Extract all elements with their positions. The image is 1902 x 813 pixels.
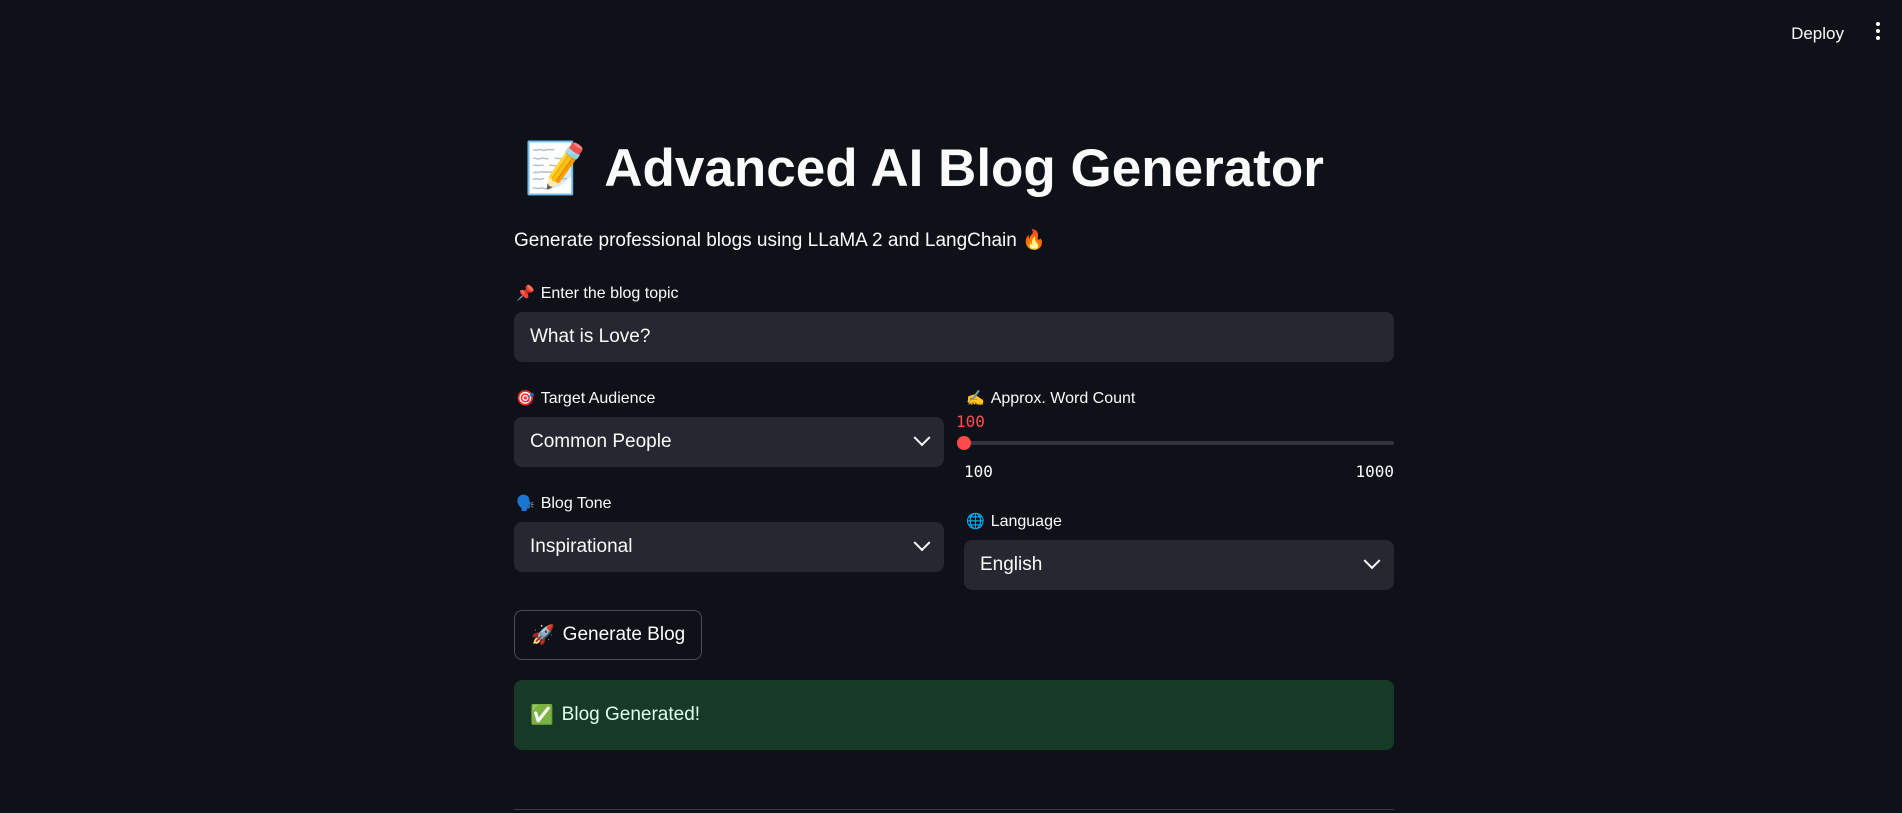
page-title: 📝 Advanced AI Blog Generator [524, 138, 1324, 199]
language-label-text: Language [990, 513, 1062, 530]
topic-input-value: What is Love? [530, 326, 651, 347]
pushpin-icon: 📌 [516, 285, 535, 302]
chevron-down-icon [913, 429, 931, 447]
word-count-max: 1000 [1355, 462, 1394, 481]
deploy-button[interactable]: Deploy [1785, 20, 1850, 48]
audience-selected-value: Common People [530, 431, 672, 452]
globe-icon: 🌐 [966, 513, 985, 530]
chevron-down-icon [1363, 552, 1381, 570]
language-label: 🌐 Language [966, 512, 1062, 531]
audience-select[interactable]: Common People [514, 417, 944, 467]
speaking-head-icon: 🗣️ [516, 495, 535, 512]
divider [514, 809, 1394, 810]
rocket-icon: 🚀 [531, 625, 555, 646]
generate-blog-label: Generate Blog [562, 624, 686, 645]
tone-label: 🗣️ Blog Tone [516, 494, 612, 513]
memo-icon: 📝 [524, 140, 587, 196]
word-count-slider-track[interactable] [964, 441, 1394, 445]
top-toolbar: Deploy [0, 0, 1902, 64]
tone-select[interactable]: Inspirational [514, 522, 944, 572]
topic-label-text: Enter the blog topic [540, 285, 679, 302]
tone-selected-value: Inspirational [530, 536, 633, 557]
language-selected-value: English [980, 554, 1043, 575]
page-title-text: Advanced AI Blog Generator [604, 139, 1324, 198]
page-subtitle: Generate professional blogs using LLaMA … [514, 230, 1046, 251]
word-count-label-text: Approx. Word Count [990, 390, 1136, 407]
writing-hand-icon: ✍️ [966, 390, 985, 407]
tone-label-text: Blog Tone [540, 495, 612, 512]
word-count-slider-thumb[interactable] [957, 436, 971, 450]
kebab-menu-icon[interactable] [1870, 20, 1886, 44]
target-icon: 🎯 [516, 390, 535, 407]
chevron-down-icon [913, 534, 931, 552]
generate-blog-button[interactable]: 🚀 Generate Blog [514, 610, 703, 660]
word-count-current-value: 100 [956, 412, 985, 431]
audience-label: 🎯 Target Audience [516, 389, 655, 408]
topic-input[interactable]: What is Love? [514, 312, 1394, 362]
word-count-min: 100 [964, 462, 993, 481]
success-message: Blog Generated! [561, 704, 701, 725]
language-select[interactable]: English [964, 540, 1394, 590]
topic-label: 📌 Enter the blog topic [516, 284, 679, 303]
check-mark-icon: ✅ [530, 705, 554, 726]
word-count-label: ✍️ Approx. Word Count [966, 389, 1135, 408]
success-alert: ✅ Blog Generated! [514, 680, 1394, 750]
audience-label-text: Target Audience [540, 390, 656, 407]
